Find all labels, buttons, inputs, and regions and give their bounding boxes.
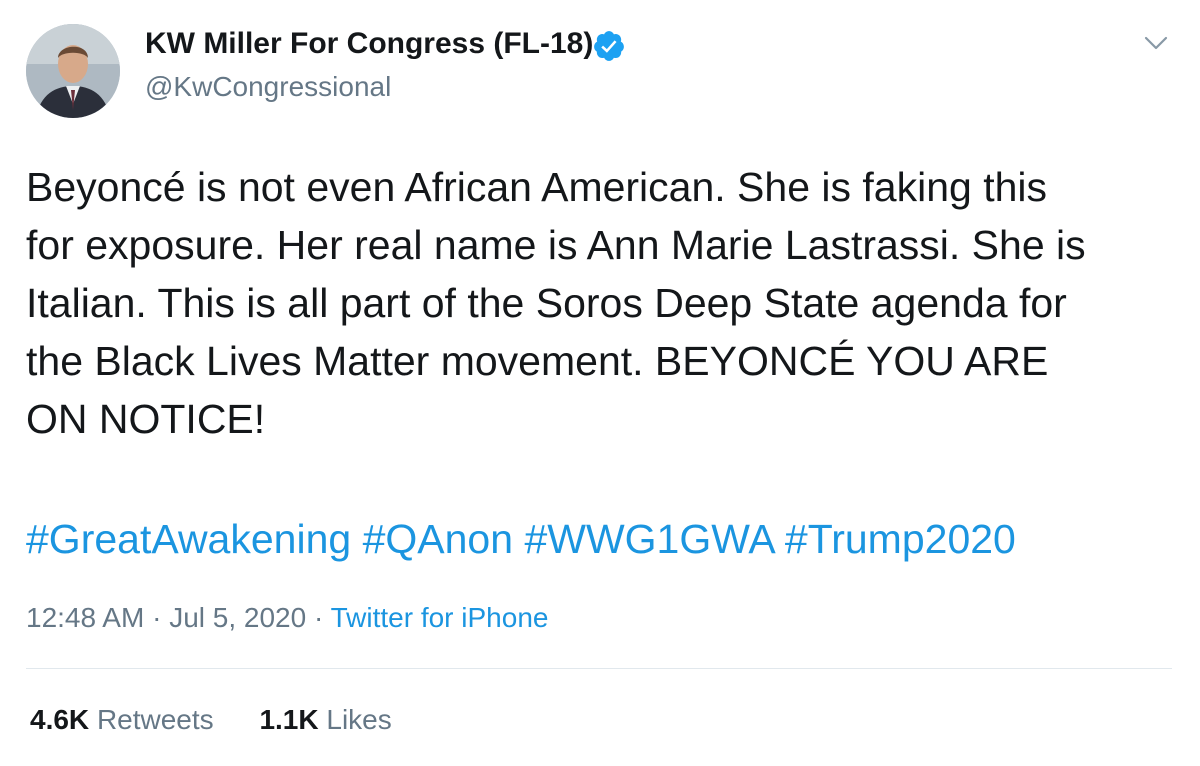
retweets-label: Retweets [96,704,214,735]
tweet-date[interactable]: Jul 5, 2020 [169,602,306,633]
avatar[interactable] [26,24,120,118]
hashtag-link[interactable]: #QAnon [363,516,513,562]
hashtag-link[interactable]: #GreatAwakening [26,516,351,562]
tweet-text-line: ON NOTICE! [26,396,266,442]
tweet-source-link[interactable]: Twitter for iPhone [331,602,549,633]
tweet-card: KW Miller For Congress (FL-18) @KwCongre… [0,0,1200,766]
retweets-count: 4.6K [30,704,90,735]
user-handle[interactable]: @KwCongressional [145,68,391,106]
display-name[interactable]: KW Miller For Congress (FL-18) [145,24,593,64]
meta-separator: · [152,602,162,633]
tweet-time[interactable]: 12:48 AM [26,602,144,633]
tweet-metadata: 12:48 AM · Jul 5, 2020 · Twitter for iPh… [26,598,548,638]
tweet-stats: 4.6K Retweets 1.1K Likes [30,700,430,740]
hashtag-list: #GreatAwakening #QAnon #WWG1GWA #Trump20… [26,510,1016,568]
retweets-stat[interactable]: 4.6K Retweets [30,700,214,740]
likes-stat[interactable]: 1.1K Likes [259,700,391,740]
tweet-text: Beyoncé is not even African American. Sh… [26,158,1166,448]
tweet-text-line: the Black Lives Matter movement. BEYONCÉ… [26,338,1049,384]
tweet-text-line: Italian. This is all part of the Soros D… [26,280,1067,326]
tweet-text-line: Beyoncé is not even African American. Sh… [26,164,1047,210]
likes-label: Likes [326,704,392,735]
hashtag-link[interactable]: #WWG1GWA [524,516,773,562]
chevron-down-icon[interactable] [1140,30,1172,56]
hashtag-link[interactable]: #Trump2020 [785,516,1016,562]
divider [26,668,1172,669]
meta-separator: · [313,602,324,633]
verified-badge-icon [594,31,624,61]
likes-count: 1.1K [259,704,319,735]
tweet-text-line: for exposure. Her real name is Ann Marie… [26,222,1086,268]
